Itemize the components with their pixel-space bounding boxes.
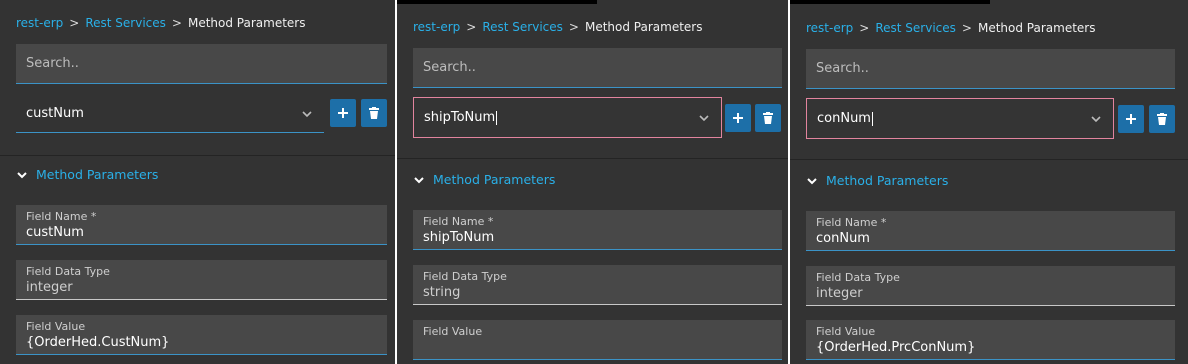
parameter-select[interactable]: custNum xyxy=(16,95,324,133)
parameter-select-value: conNum xyxy=(817,111,1089,126)
field-name-label: Field Name * xyxy=(26,210,97,223)
breadcrumb-parent-link[interactable]: Rest Services xyxy=(482,20,563,34)
breadcrumb-separator: > xyxy=(69,16,80,30)
field-data-type-label: Field Data Type xyxy=(26,265,110,278)
editor-panel-shiptonum: rest-erp > Rest Services > Method Parame… xyxy=(397,0,788,364)
breadcrumb-root-link[interactable]: rest-erp xyxy=(806,21,853,35)
trash-icon xyxy=(1157,113,1167,125)
field-name-input[interactable]: Field Name * custNum xyxy=(16,205,387,245)
field-value-input[interactable]: Field Value xyxy=(413,320,782,360)
breadcrumb-current: Method Parameters xyxy=(187,16,306,30)
field-value-label: Field Value xyxy=(816,325,876,338)
field-data-type-select[interactable]: Field Data Type integer xyxy=(16,260,387,300)
delete-parameter-button[interactable] xyxy=(755,104,781,132)
parameter-select-value: custNum xyxy=(26,106,84,121)
breadcrumb-separator: > xyxy=(171,16,182,30)
section-toggle-method-parameters[interactable]: Method Parameters xyxy=(16,167,158,182)
breadcrumb-current: Method Parameters xyxy=(584,20,703,34)
field-data-type-value: integer xyxy=(26,280,73,295)
screenshot-stage: rest-erp > Rest Services > Method Parame… xyxy=(0,0,1188,364)
search-box xyxy=(16,44,387,84)
field-name-input[interactable]: Field Name * conNum xyxy=(806,211,1175,251)
section-toggle-method-parameters[interactable]: Method Parameters xyxy=(413,172,555,187)
field-data-type-label: Field Data Type xyxy=(816,271,900,284)
field-value-value: {OrderHed.CustNum} xyxy=(26,335,170,350)
section-title: Method Parameters xyxy=(826,173,949,188)
section-divider xyxy=(790,159,1188,160)
field-value-label: Field Value xyxy=(26,320,86,333)
parameter-select[interactable]: conNum xyxy=(806,98,1114,139)
search-input[interactable] xyxy=(423,60,772,75)
breadcrumb-parent-link[interactable]: Rest Services xyxy=(875,21,956,35)
breadcrumb: rest-erp > Rest Services > Method Parame… xyxy=(413,20,702,34)
chevron-down-icon xyxy=(1091,115,1101,122)
field-data-type-select[interactable]: Field Data Type string xyxy=(413,265,782,305)
delete-parameter-button[interactable] xyxy=(361,99,387,127)
editor-panel-connum: rest-erp > Rest Services > Method Parame… xyxy=(790,0,1188,364)
field-value-input[interactable]: Field Value {OrderHed.CustNum} xyxy=(16,315,387,355)
field-name-value: shipToNum xyxy=(423,230,495,245)
text-cursor xyxy=(496,110,498,125)
field-value-value: {OrderHed.PrcConNum} xyxy=(816,340,976,355)
plus-icon xyxy=(338,108,348,118)
delete-parameter-button[interactable] xyxy=(1149,105,1175,133)
search-input[interactable] xyxy=(816,61,1165,76)
parameter-select-value: shipToNum xyxy=(424,110,697,125)
chevron-down-icon xyxy=(17,171,27,178)
parameter-select-text: shipToNum xyxy=(424,110,496,125)
breadcrumb-root-link[interactable]: rest-erp xyxy=(413,20,460,34)
add-parameter-button[interactable] xyxy=(1118,105,1144,133)
section-toggle-method-parameters[interactable]: Method Parameters xyxy=(806,173,948,188)
field-data-type-value: string xyxy=(423,285,461,300)
trash-icon xyxy=(369,107,379,119)
field-data-type-label: Field Data Type xyxy=(423,270,507,283)
field-name-value: conNum xyxy=(816,231,870,246)
field-value-label: Field Value xyxy=(423,325,483,338)
chevron-down-icon xyxy=(807,177,817,184)
add-parameter-button[interactable] xyxy=(330,99,356,127)
parameter-select[interactable]: shipToNum xyxy=(413,97,722,138)
field-data-type-value: integer xyxy=(816,286,863,301)
field-name-value: custNum xyxy=(26,225,84,240)
editor-panel-custnum: rest-erp > Rest Services > Method Parame… xyxy=(0,0,395,364)
chevron-down-icon xyxy=(699,114,709,121)
section-divider xyxy=(0,155,395,156)
breadcrumb: rest-erp > Rest Services > Method Parame… xyxy=(806,21,1095,35)
breadcrumb-parent-link[interactable]: Rest Services xyxy=(85,16,166,30)
plus-icon xyxy=(733,113,743,123)
trash-icon xyxy=(763,112,773,124)
field-name-label: Field Name * xyxy=(423,215,494,228)
breadcrumb-separator: > xyxy=(568,20,579,34)
top-bar xyxy=(397,0,597,4)
breadcrumb: rest-erp > Rest Services > Method Parame… xyxy=(16,16,305,30)
section-title: Method Parameters xyxy=(36,167,159,182)
section-divider xyxy=(397,158,788,159)
plus-icon xyxy=(1126,114,1136,124)
section-title: Method Parameters xyxy=(433,172,556,187)
breadcrumb-separator: > xyxy=(859,21,870,35)
breadcrumb-current: Method Parameters xyxy=(977,21,1096,35)
field-value-input[interactable]: Field Value {OrderHed.PrcConNum} xyxy=(806,320,1175,360)
field-name-input[interactable]: Field Name * shipToNum xyxy=(413,210,782,250)
search-input[interactable] xyxy=(26,56,377,71)
parameter-select-text: conNum xyxy=(817,111,871,126)
top-bar xyxy=(790,0,990,4)
add-parameter-button[interactable] xyxy=(725,104,751,132)
field-name-label: Field Name * xyxy=(816,216,887,229)
breadcrumb-separator: > xyxy=(466,20,477,34)
breadcrumb-separator: > xyxy=(961,21,972,35)
chevron-down-icon xyxy=(414,176,424,183)
search-box xyxy=(413,48,782,88)
search-box xyxy=(806,49,1175,89)
breadcrumb-root-link[interactable]: rest-erp xyxy=(16,16,63,30)
text-cursor xyxy=(871,111,873,126)
chevron-down-icon xyxy=(302,110,312,117)
field-data-type-select[interactable]: Field Data Type integer xyxy=(806,266,1175,306)
